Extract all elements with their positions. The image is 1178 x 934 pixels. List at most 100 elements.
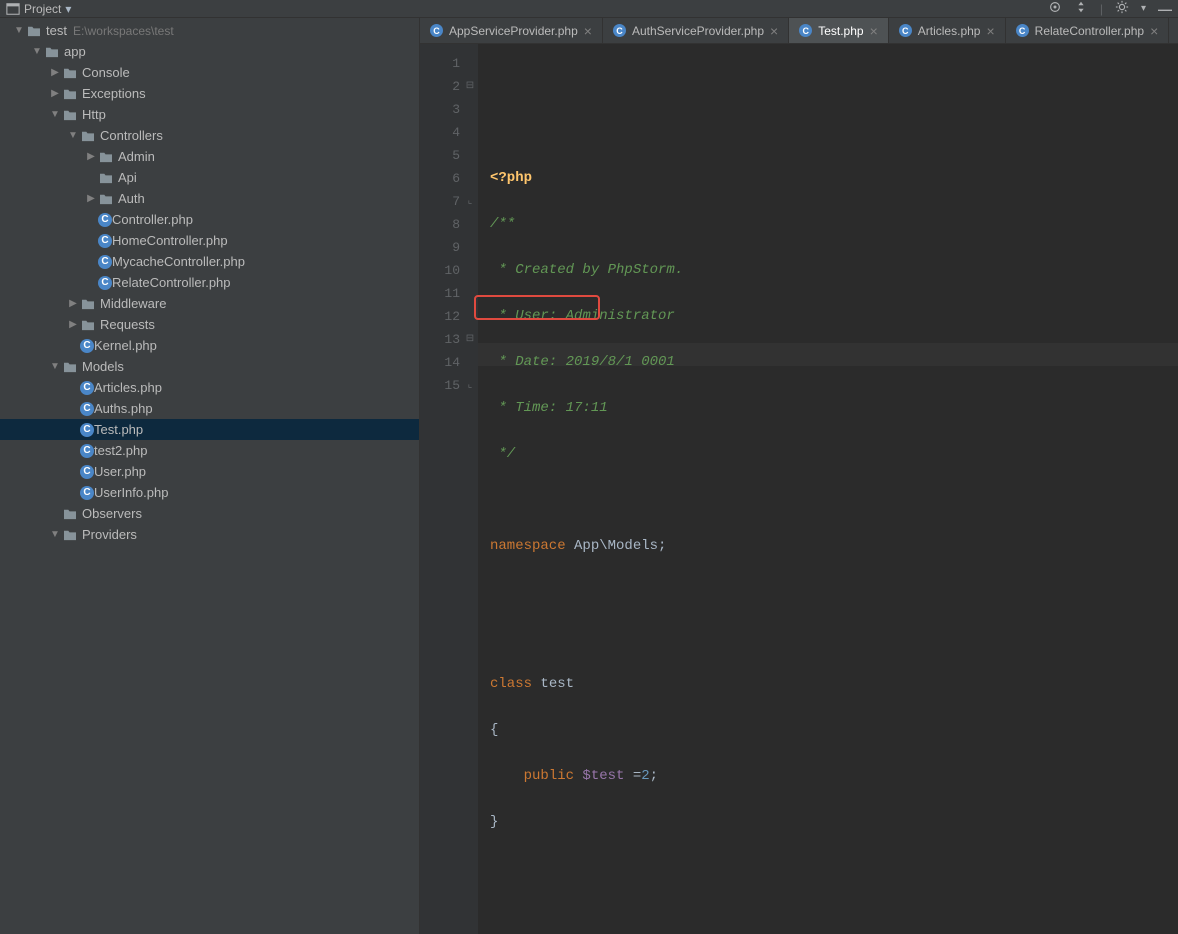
editor-tab[interactable]: CArticles.php×	[889, 18, 1006, 43]
tree-file[interactable]: ▶CController.php	[0, 209, 419, 230]
tree-file[interactable]: ▶CKernel.php	[0, 335, 419, 356]
tree-item-label: test2.php	[94, 443, 148, 458]
tree-file[interactable]: ▶CArticles.php	[0, 377, 419, 398]
tree-item-label: User.php	[94, 464, 146, 479]
tree-file[interactable]: ▶CHomeController.php	[0, 230, 419, 251]
folder-icon	[62, 65, 78, 81]
line-number: 1	[420, 52, 460, 75]
fold-mark[interactable]	[464, 213, 476, 236]
tree-file[interactable]: ▶CMycacheController.php	[0, 251, 419, 272]
close-icon[interactable]: ×	[986, 24, 994, 38]
php-class-icon: C	[613, 24, 626, 37]
gear-dropdown-icon[interactable]: ▾	[1141, 3, 1146, 14]
php-class-icon: C	[98, 213, 112, 227]
tree-file[interactable]: ▶CUser.php	[0, 461, 419, 482]
tree-file[interactable]: ▶Ctest2.php	[0, 440, 419, 461]
tree-folder[interactable]: ▼testE:\workspaces\test	[0, 20, 419, 41]
code-editor[interactable]: 123456789101112131415 ⊟⌞⊟⌞ <?php /** * C…	[420, 44, 1178, 934]
expand-arrow-icon[interactable]: ▶	[84, 193, 98, 204]
fold-mark[interactable]	[464, 351, 476, 374]
expand-arrow-icon[interactable]: ▼	[12, 25, 26, 36]
fold-mark[interactable]	[464, 144, 476, 167]
fold-mark[interactable]: ⊟	[464, 328, 476, 351]
tree-folder[interactable]: ▶Admin	[0, 146, 419, 167]
fold-mark[interactable]	[464, 52, 476, 75]
tree-file[interactable]: ▶CTest.php	[0, 419, 419, 440]
project-tree-panel[interactable]: ▼testE:\workspaces\test▼app▶Console▶Exce…	[0, 18, 420, 934]
line-number: 6	[420, 167, 460, 190]
tree-file[interactable]: ▶CAuths.php	[0, 398, 419, 419]
expand-arrow-icon[interactable]: ▶	[48, 67, 62, 78]
expand-icon[interactable]	[1074, 0, 1088, 17]
folder-icon	[80, 128, 96, 144]
fold-mark[interactable]	[464, 167, 476, 190]
project-label[interactable]: Project	[24, 2, 61, 16]
tree-folder[interactable]: ▶Exceptions	[0, 83, 419, 104]
tree-file[interactable]: ▶CUserInfo.php	[0, 482, 419, 503]
tree-item-label: Api	[118, 170, 137, 185]
folder-icon	[98, 170, 114, 186]
editor-tab[interactable]: CTest.php×	[789, 18, 889, 43]
project-dropdown-icon[interactable]: ▾	[65, 2, 71, 16]
folder-icon	[62, 506, 78, 522]
tree-folder[interactable]: ▶Console	[0, 62, 419, 83]
tab-label: AuthServiceProvider.php	[632, 24, 764, 38]
expand-arrow-icon[interactable]: ▼	[48, 109, 62, 120]
line-number: 5	[420, 144, 460, 167]
expand-arrow-icon[interactable]: ▼	[48, 529, 62, 540]
tree-folder[interactable]: ▼Providers	[0, 524, 419, 545]
tree-file[interactable]: ▶CRelateController.php	[0, 272, 419, 293]
fold-mark[interactable]	[464, 236, 476, 259]
editor-tab[interactable]: CAppServiceProvider.php×	[420, 18, 603, 43]
close-icon[interactable]: ×	[770, 24, 778, 38]
editor-tab-bar: CAppServiceProvider.php×CAuthServiceProv…	[420, 18, 1178, 44]
tree-item-label: Controllers	[100, 128, 163, 143]
fold-mark[interactable]: ⌞	[464, 190, 476, 213]
tree-item-label: Http	[82, 107, 106, 122]
line-number: 14	[420, 351, 460, 374]
expand-arrow-icon[interactable]: ▶	[84, 151, 98, 162]
close-icon[interactable]: ×	[584, 24, 592, 38]
tree-item-label: HomeController.php	[112, 233, 228, 248]
class-name: test	[532, 676, 574, 692]
tree-folder[interactable]: ▶Observers	[0, 503, 419, 524]
fold-mark[interactable]	[464, 98, 476, 121]
tree-folder[interactable]: ▼ Controllers	[0, 125, 419, 146]
hide-icon[interactable]: —	[1158, 1, 1172, 17]
expand-arrow-icon[interactable]: ▶	[66, 319, 80, 330]
fold-mark[interactable]	[464, 259, 476, 282]
line-number: 9	[420, 236, 460, 259]
tree-folder[interactable]: ▼ Http	[0, 104, 419, 125]
project-tool-icon[interactable]	[6, 2, 20, 16]
expand-arrow-icon[interactable]: ▼	[48, 361, 62, 372]
php-class-icon: C	[80, 486, 94, 500]
tree-item-label: Middleware	[100, 296, 166, 311]
class-keyword: class	[490, 676, 532, 692]
tree-item-label: Auths.php	[94, 401, 153, 416]
fold-mark[interactable]: ⊟	[464, 75, 476, 98]
tab-label: AppServiceProvider.php	[449, 24, 578, 38]
tree-item-label: Test.php	[94, 422, 143, 437]
expand-arrow-icon[interactable]: ▼	[30, 46, 44, 57]
fold-mark[interactable]: ⌞	[464, 374, 476, 397]
expand-arrow-icon[interactable]: ▼	[66, 130, 80, 141]
php-class-icon: C	[80, 465, 94, 479]
tree-folder[interactable]: ▶Auth	[0, 188, 419, 209]
close-icon[interactable]: ×	[870, 24, 878, 38]
editor-tab[interactable]: CRelateController.php×	[1006, 18, 1170, 43]
target-icon[interactable]	[1048, 0, 1062, 17]
tree-folder[interactable]: ▼Models	[0, 356, 419, 377]
folder-icon	[44, 44, 60, 60]
expand-arrow-icon[interactable]: ▶	[48, 88, 62, 99]
folder-icon	[80, 317, 96, 333]
tree-folder[interactable]: ▼app	[0, 41, 419, 62]
tree-folder[interactable]: ▶ Middleware	[0, 293, 419, 314]
expand-arrow-icon[interactable]: ▶	[66, 298, 80, 309]
tree-folder[interactable]: ▶Api	[0, 167, 419, 188]
php-open-tag: <?php	[490, 170, 532, 186]
gear-icon[interactable]	[1115, 0, 1129, 17]
editor-tab[interactable]: C AuthServiceProvider.php ×	[603, 18, 789, 43]
tree-folder[interactable]: ▶Requests	[0, 314, 419, 335]
fold-mark[interactable]	[464, 121, 476, 144]
close-icon[interactable]: ×	[1150, 24, 1158, 38]
